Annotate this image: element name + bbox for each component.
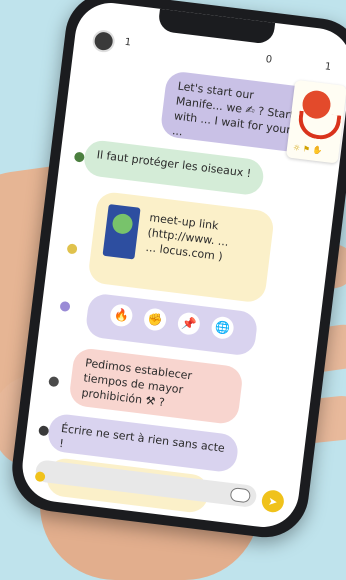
message-text-4: Pedimos establecer tiempos de mayor proh… bbox=[80, 356, 193, 409]
meetup-image bbox=[102, 204, 141, 260]
hands-icon bbox=[296, 110, 342, 142]
message-bubble-4: Pedimos establecer tiempos de mayor proh… bbox=[68, 346, 244, 426]
icon-row: 🔥 ✊ 📌 🌐 bbox=[98, 302, 246, 342]
status-right-count: 1 bbox=[324, 61, 332, 74]
manifesto-card[interactable]: ☼ ⚑ ✋ bbox=[285, 79, 346, 164]
status-middle: 0 bbox=[264, 54, 273, 66]
globe-icon: 🌐 bbox=[210, 315, 235, 341]
message-bubble-3: meet-up link (http://www. ... ... locus.… bbox=[87, 190, 276, 304]
message-text-1: Let's start our Manife... we ✍ ? Start w… bbox=[171, 79, 295, 138]
phone: 1 1 0 Let's start our Manife... we ✍ ? S… bbox=[7, 0, 346, 543]
card-icons: ☼ ⚑ ✋ bbox=[292, 143, 323, 156]
avatar-1 bbox=[73, 151, 85, 163]
fist-icon: ✊ bbox=[142, 307, 168, 332]
toggle-switch[interactable] bbox=[229, 487, 252, 504]
phone-screen: 1 1 0 Let's start our Manife... we ✍ ? S… bbox=[18, 0, 346, 532]
message-text-2: Il faut protéger les oiseaux ! bbox=[95, 148, 252, 181]
icon-bubble: 🔥 ✊ 📌 🌐 bbox=[84, 292, 259, 357]
avatar-2 bbox=[66, 243, 78, 255]
meetup-link-text[interactable]: meet-up link (http://www. ... ... locus.… bbox=[145, 211, 264, 269]
user-avatar[interactable] bbox=[91, 28, 116, 54]
avatar-4 bbox=[48, 376, 60, 388]
send-button[interactable]: ➤ bbox=[260, 488, 286, 514]
avatar-3 bbox=[59, 300, 71, 313]
pin-icon: 📌 bbox=[176, 311, 202, 336]
flame-icon: 🔥 bbox=[109, 303, 134, 328]
message-bubble-2: Il faut protéger les oiseaux ! bbox=[82, 138, 266, 197]
status-left-count: 1 bbox=[124, 36, 132, 49]
